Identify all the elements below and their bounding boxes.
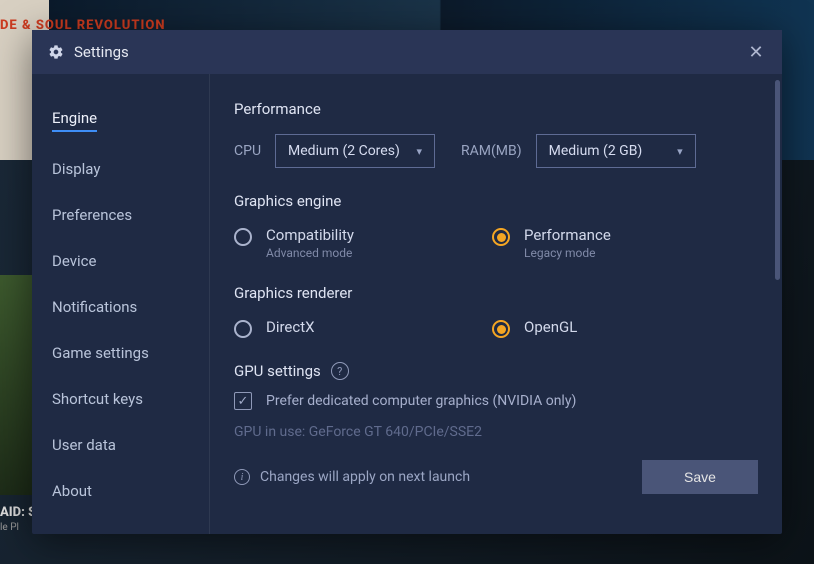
radio-icon xyxy=(234,320,252,338)
radio-label: DirectX xyxy=(266,318,315,336)
footer-info-text: Changes will apply on next launch xyxy=(260,469,470,485)
radio-sublabel: Legacy mode xyxy=(524,246,611,260)
close-button[interactable]: ✕ xyxy=(746,42,766,62)
modal-body: Engine Display Preferences Device Notifi… xyxy=(32,74,782,534)
bg-card-sub: le Pl xyxy=(0,522,19,533)
radio-performance[interactable]: Performance Legacy mode xyxy=(492,226,750,260)
chevron-down-icon: ▾ xyxy=(417,145,423,158)
performance-row: CPU Medium (2 Cores) ▾ RAM(MB) Medium (2… xyxy=(234,134,758,168)
sidebar-item-display[interactable]: Display xyxy=(52,160,100,178)
gpu-settings-heading: GPU settings xyxy=(234,362,321,380)
sidebar-item-about[interactable]: About xyxy=(52,482,92,500)
radio-icon xyxy=(234,228,252,246)
checkbox-icon: ✓ xyxy=(234,392,252,410)
sidebar-item-preferences[interactable]: Preferences xyxy=(52,206,132,224)
ram-label: RAM(MB) xyxy=(461,143,522,159)
radio-directx[interactable]: DirectX xyxy=(234,318,492,338)
help-icon[interactable]: ? xyxy=(331,362,349,380)
bg-card xyxy=(0,275,32,495)
ram-select-value: Medium (2 GB) xyxy=(549,143,643,159)
sidebar-item-user-data[interactable]: User data xyxy=(52,436,116,454)
chevron-down-icon: ▾ xyxy=(677,145,683,158)
checkbox-label: Prefer dedicated computer graphics (NVID… xyxy=(266,393,576,409)
settings-content: Performance CPU Medium (2 Cores) ▾ RAM(M… xyxy=(210,74,782,534)
sidebar-item-device[interactable]: Device xyxy=(52,252,96,270)
settings-sidebar: Engine Display Preferences Device Notifi… xyxy=(32,74,210,534)
performance-heading: Performance xyxy=(234,100,758,118)
close-icon: ✕ xyxy=(748,42,763,63)
radio-label: Performance xyxy=(524,226,611,244)
graphics-renderer-heading: Graphics renderer xyxy=(234,284,758,302)
prefer-dedicated-gpu-row[interactable]: ✓ Prefer dedicated computer graphics (NV… xyxy=(234,392,758,410)
sidebar-item-notifications[interactable]: Notifications xyxy=(52,298,137,316)
ram-select[interactable]: Medium (2 GB) ▾ xyxy=(536,134,696,168)
footer-row: i Changes will apply on next launch Save xyxy=(234,454,758,494)
radio-icon xyxy=(492,228,510,246)
sidebar-item-shortcut-keys[interactable]: Shortcut keys xyxy=(52,390,143,408)
radio-compatibility[interactable]: Compatibility Advanced mode xyxy=(234,226,492,260)
gpu-in-use-text: GPU in use: GeForce GT 640/PCIe/SSE2 xyxy=(234,424,758,440)
modal-title: Settings xyxy=(74,43,129,61)
graphics-renderer-group: DirectX OpenGL xyxy=(234,318,758,338)
info-icon: i xyxy=(234,469,250,485)
radio-sublabel: Advanced mode xyxy=(266,246,354,260)
cpu-label: CPU xyxy=(234,143,261,159)
cpu-select-value: Medium (2 Cores) xyxy=(288,143,400,159)
graphics-engine-group: Compatibility Advanced mode Performance … xyxy=(234,226,758,260)
radio-opengl[interactable]: OpenGL xyxy=(492,318,750,338)
modal-titlebar: Settings ✕ xyxy=(32,30,782,74)
save-button[interactable]: Save xyxy=(642,460,758,494)
radio-label: Compatibility xyxy=(266,226,354,244)
graphics-engine-heading: Graphics engine xyxy=(234,192,758,210)
settings-modal: Settings ✕ Engine Display Preferences De… xyxy=(32,30,782,534)
bg-card-title: AID: S xyxy=(0,505,36,520)
gear-icon xyxy=(48,44,64,60)
radio-icon xyxy=(492,320,510,338)
sidebar-item-game-settings[interactable]: Game settings xyxy=(52,344,149,362)
cpu-select[interactable]: Medium (2 Cores) ▾ xyxy=(275,134,435,168)
scrollbar[interactable] xyxy=(775,80,780,280)
sidebar-item-engine[interactable]: Engine xyxy=(52,109,97,132)
radio-label: OpenGL xyxy=(524,318,577,336)
